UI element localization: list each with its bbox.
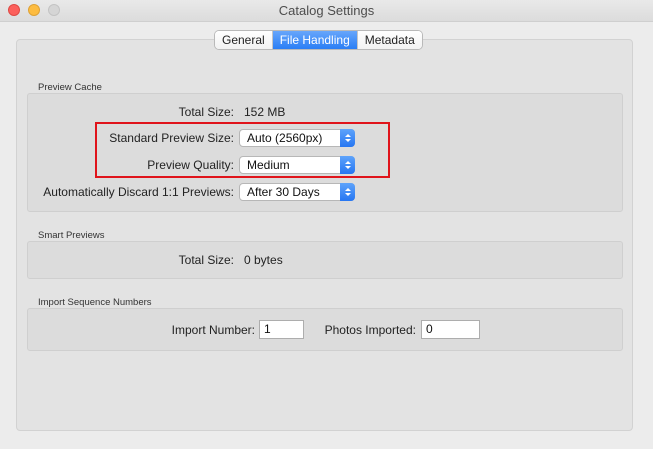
import-number-label: Import Number:: [171, 323, 255, 337]
photos-imported-input[interactable]: 0: [421, 320, 480, 339]
discard-previews-value: After 30 Days: [247, 185, 320, 199]
discard-previews-select[interactable]: After 30 Days: [239, 183, 355, 201]
total-size-label: Total Size:: [178, 105, 234, 119]
import-sequence-heading: Import Sequence Numbers: [38, 297, 152, 308]
tab-general[interactable]: General: [215, 31, 273, 49]
highlight-box: [95, 122, 390, 178]
preview-cache-heading: Preview Cache: [38, 82, 102, 93]
smart-previews-heading: Smart Previews: [38, 230, 105, 241]
smart-total-size-value: 0 bytes: [244, 253, 283, 267]
tab-metadata[interactable]: Metadata: [357, 31, 422, 49]
window-title: Catalog Settings: [278, 3, 375, 18]
smart-total-size-label: Total Size:: [178, 253, 234, 267]
tab-bar: General File Handling Metadata: [214, 30, 423, 50]
import-number-input[interactable]: 1: [259, 320, 304, 339]
select-arrows-icon: [340, 183, 355, 201]
total-size-value: 152 MB: [244, 105, 286, 119]
tab-file-handling[interactable]: File Handling: [272, 31, 358, 49]
photos-imported-label: Photos Imported:: [324, 323, 416, 337]
discard-previews-label: Automatically Discard 1:1 Previews:: [43, 185, 234, 199]
title-bar: Catalog Settings: [0, 0, 653, 22]
